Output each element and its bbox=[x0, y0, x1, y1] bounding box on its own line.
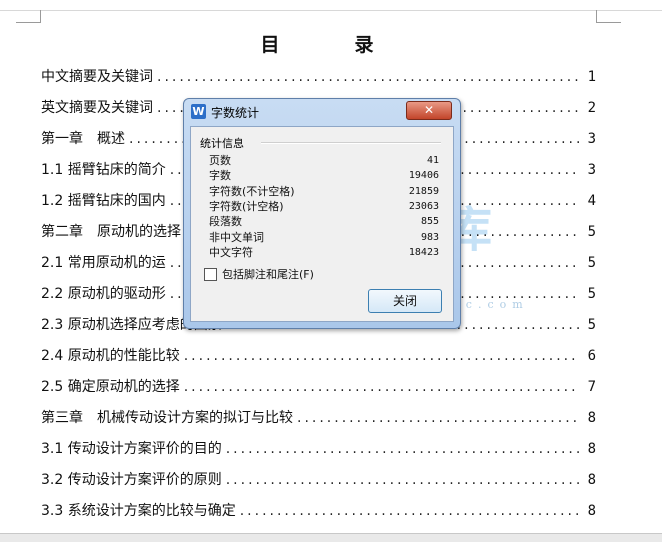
toc-entry[interactable]: 2.5 确定原动机的选择 7 bbox=[41, 376, 596, 398]
stat-row: 段落数 855 bbox=[209, 214, 439, 229]
toc-leader-dots bbox=[184, 376, 580, 398]
toc-leader-dots bbox=[157, 66, 580, 88]
toc-entry-text: 1.2 摇臂钻床的国内 bbox=[41, 193, 166, 209]
toc-entry[interactable]: 3.3 系统设计方案的比较与确定 8 bbox=[41, 500, 596, 522]
toc-entry[interactable]: 中文摘要及关键词 1 bbox=[41, 66, 596, 88]
stat-label: 页数 bbox=[209, 154, 231, 167]
toc-entry-page: 5 bbox=[587, 286, 596, 302]
toc-entry-text: 2.1 常用原动机的运 bbox=[41, 255, 166, 271]
stat-value: 18423 bbox=[408, 246, 439, 258]
wps-app-icon: W bbox=[191, 104, 206, 119]
toc-entry[interactable]: 3.1 传动设计方案评价的目的 8 bbox=[41, 438, 596, 460]
toc-entry-page: 8 bbox=[587, 472, 596, 488]
toc-entry-text: 第三章 机械传动设计方案的拟订与比较 bbox=[41, 410, 293, 426]
toc-entry-text: 英文摘要及关键词 bbox=[41, 100, 153, 116]
stat-row: 页数 41 bbox=[209, 153, 439, 168]
page-corner-mark-left bbox=[16, 10, 41, 23]
toc-entry-text: 2.5 确定原动机的选择 bbox=[41, 379, 180, 395]
toc-entry-page: 4 bbox=[587, 193, 596, 209]
stat-label: 非中文单词 bbox=[209, 230, 264, 244]
stat-value: 21859 bbox=[408, 185, 439, 197]
toc-entry-page: 1 bbox=[587, 69, 596, 85]
statistics-group-label: 统计信息 bbox=[200, 135, 247, 151]
stat-value: 983 bbox=[420, 231, 439, 243]
toc-leader-dots bbox=[226, 469, 580, 491]
toc-entry[interactable]: 第三章 机械传动设计方案的拟订与比较 8 bbox=[41, 407, 596, 429]
stat-row: 中文字符 18423 bbox=[209, 245, 439, 260]
stat-label: 字符数(计空格) bbox=[209, 199, 284, 213]
toc-entry-text: 第一章 概述 bbox=[41, 131, 125, 147]
toc-entry-text: 2.2 原动机的驱动形 bbox=[41, 286, 166, 302]
toc-leader-dots bbox=[240, 500, 580, 522]
toc-entry-page: 6 bbox=[587, 348, 596, 364]
toc-entry-page: 8 bbox=[587, 410, 596, 426]
toc-entry[interactable]: 3.2 传动设计方案评价的原则 8 bbox=[41, 469, 596, 491]
toc-entry-page: 8 bbox=[587, 441, 596, 457]
toc-entry-page: 5 bbox=[587, 224, 596, 240]
page-top-edge bbox=[0, 10, 662, 11]
dialog-titlebar[interactable]: W 字数统计 ✕ bbox=[184, 99, 460, 123]
stat-label: 字数 bbox=[209, 169, 231, 183]
page-corner-mark-right bbox=[596, 10, 621, 23]
include-footnotes-label[interactable]: 包括脚注和尾注(F) bbox=[222, 267, 314, 282]
group-divider bbox=[261, 142, 441, 144]
stat-value: 19406 bbox=[408, 170, 439, 182]
stat-row: 字符数(计空格) 23063 bbox=[209, 199, 439, 214]
toc-entry-text: 第二章 原动机的选择 bbox=[41, 224, 181, 240]
stat-label: 段落数 bbox=[209, 215, 242, 229]
dialog-content: 统计信息 页数 41 字数 19406 字符数(不计空格) 21859 字符数(计空格) 23… bbox=[190, 126, 454, 322]
toc-entry-page: 8 bbox=[587, 503, 596, 519]
toc-entry[interactable]: 2.4 原动机的性能比较 6 bbox=[41, 345, 596, 367]
toc-entry-text: 中文摘要及关键词 bbox=[41, 69, 153, 85]
stat-row: 非中文单词 983 bbox=[209, 230, 439, 245]
stat-row: 字数 19406 bbox=[209, 168, 439, 183]
stat-value: 855 bbox=[420, 216, 439, 228]
close-button[interactable]: 关闭 bbox=[368, 289, 442, 313]
stat-value: 23063 bbox=[408, 200, 439, 212]
toc-entry-page: 3 bbox=[587, 131, 596, 147]
toc-entry-page: 3 bbox=[587, 162, 596, 178]
toc-entry-text: 2.4 原动机的性能比较 bbox=[41, 348, 180, 364]
toc-entry-page: 2 bbox=[587, 100, 596, 116]
stat-value: 41 bbox=[426, 155, 439, 166]
toc-entry-text: 3.3 系统设计方案的比较与确定 bbox=[41, 503, 236, 519]
toc-leader-dots bbox=[184, 345, 580, 367]
stat-label: 中文字符 bbox=[209, 245, 253, 259]
close-icon[interactable]: ✕ bbox=[406, 101, 452, 120]
toc-entry-text: 3.1 传动设计方案评价的目的 bbox=[41, 441, 222, 457]
toc-entry-page: 5 bbox=[587, 255, 596, 271]
toc-title: 目 录 bbox=[260, 34, 402, 56]
toc-entry-page: 7 bbox=[587, 379, 596, 395]
stat-row: 字符数(不计空格) 21859 bbox=[209, 184, 439, 199]
dialog-title: 字数统计 bbox=[211, 106, 260, 120]
toc-leader-dots bbox=[226, 438, 580, 460]
toc-entry-text: 1.1 摇臂钻床的简介 bbox=[41, 162, 166, 178]
toc-leader-dots bbox=[297, 407, 580, 429]
toc-entry-text: 3.2 传动设计方案评价的原则 bbox=[41, 472, 222, 488]
include-footnotes-checkbox[interactable] bbox=[204, 268, 217, 281]
toc-entry-page: 5 bbox=[587, 317, 596, 333]
word-count-dialog: W 字数统计 ✕ 统计信息 页数 41 字数 19406 字符数(不计空格) 21859 字… bbox=[183, 98, 461, 329]
stat-label: 字符数(不计空格) bbox=[209, 184, 295, 198]
